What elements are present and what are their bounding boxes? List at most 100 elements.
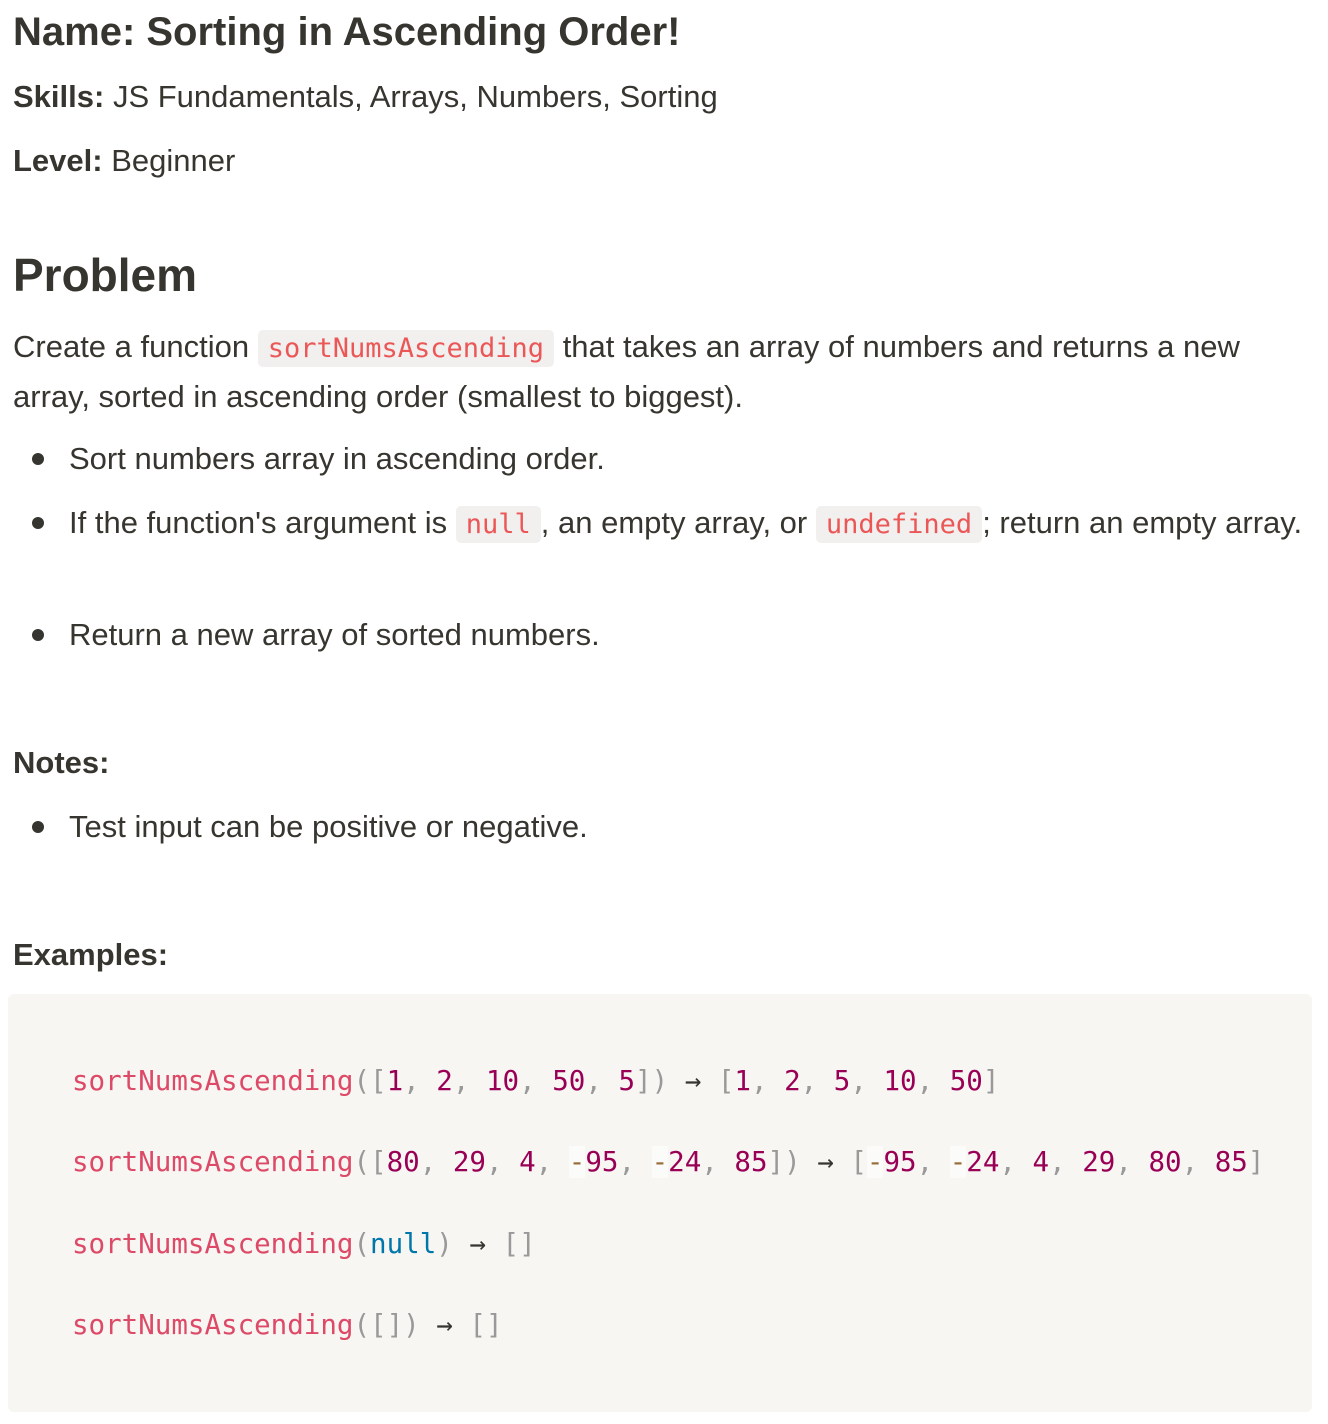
code-minus-operator: - (866, 1146, 884, 1178)
code-number: -95 (866, 1146, 917, 1178)
code-number: 4 (1032, 1146, 1050, 1178)
code-number: 2 (784, 1065, 801, 1097)
code-punctuation: , (485, 1146, 520, 1178)
code-punctuation: ) (436, 1228, 453, 1260)
code-example-1: sortNumsAscending([1, 2, 10, 50, 5]) → [… (72, 1061, 999, 1101)
code-punctuation: ] (1247, 1146, 1265, 1178)
code-punctuation: , (419, 1146, 453, 1178)
level-label: Level: (13, 143, 103, 178)
code-number: 4 (519, 1146, 536, 1178)
code-number: -24 (949, 1146, 1000, 1178)
code-number: -95 (568, 1146, 619, 1178)
code-punctuation: , (800, 1065, 834, 1097)
bullet-text: Return a new array of sorted numbers. (69, 617, 600, 652)
inline-code-function-name: sortNumsAscending (257, 330, 555, 367)
problem-bullet-2: If the function's argument is null, an e… (32, 499, 1309, 549)
code-number: 50 (949, 1065, 983, 1097)
code-punctuation: ([]) (353, 1309, 420, 1341)
bullet-dot-icon (32, 629, 44, 641)
code-punctuation: , (585, 1065, 619, 1097)
code-number: 50 (552, 1065, 586, 1097)
bullet-dot-icon (32, 453, 44, 465)
code-function-name: sortNumsAscending (72, 1146, 354, 1178)
code-example-2: sortNumsAscending([80, 29, 4, -95, -24, … (72, 1142, 1264, 1182)
code-punctuation: [] (502, 1228, 536, 1260)
arrow-icon: → (684, 1065, 702, 1097)
code-number: 85 (734, 1146, 768, 1178)
level-line: Level: Beginner (13, 141, 235, 181)
code-number: 1 (734, 1065, 751, 1097)
page-title: Name: Sorting in Ascending Order! (13, 10, 681, 54)
code-punctuation: [ (717, 1065, 735, 1097)
examples-code-block: sortNumsAscending([1, 2, 10, 50, 5]) → [… (8, 994, 1312, 1412)
code-punctuation: , (750, 1065, 785, 1097)
code-number: 29 (1082, 1146, 1116, 1178)
inline-code-null: null (455, 506, 541, 543)
inline-code-undefined: undefined (815, 506, 983, 543)
problem-bullet-1: Sort numbers array in ascending order. (32, 435, 1309, 483)
arrow-icon: → (817, 1146, 834, 1178)
bullet-dot-icon (32, 821, 44, 833)
bullet-text-after: ; return an empty array. (982, 505, 1303, 540)
code-punctuation: , (452, 1065, 486, 1097)
code-number: 10 (485, 1065, 520, 1097)
problem-intro: Create a function sortNumsAscending that… (13, 323, 1313, 421)
code-punctuation: , (618, 1146, 652, 1178)
code-punctuation: , (999, 1146, 1033, 1178)
code-minus-operator: - (568, 1146, 586, 1178)
notes-bullet-1: Test input can be positive or negative. (32, 803, 1309, 851)
code-punctuation: ] (982, 1065, 1000, 1097)
code-function-name: sortNumsAscending (72, 1309, 354, 1341)
bullet-text-middle: , an empty array, or (540, 505, 808, 540)
skills-line: Skills: JS Fundamentals, Arrays, Numbers… (13, 77, 718, 117)
bullet-text-before: If the function's argument is (69, 505, 448, 540)
code-number: 10 (883, 1065, 917, 1097)
code-number: -24 (651, 1146, 702, 1178)
code-example-3: sortNumsAscending(null) → [] (72, 1224, 536, 1264)
code-function-name: sortNumsAscending (72, 1065, 354, 1097)
code-punctuation: ]) (635, 1065, 669, 1097)
code-punctuation: , (403, 1065, 437, 1097)
code-punctuation: , (1049, 1146, 1083, 1178)
skills-label: Skills: (13, 79, 105, 114)
code-number: 85 (1214, 1146, 1248, 1178)
code-punctuation: , (916, 1146, 950, 1178)
problem-heading: Problem (13, 249, 198, 301)
code-minus-operator: - (949, 1146, 967, 1178)
code-punctuation: [] (469, 1309, 503, 1341)
code-punctuation: , (519, 1065, 553, 1097)
code-punctuation: , (850, 1065, 884, 1097)
skills-value: JS Fundamentals, Arrays, Numbers, Sortin… (112, 79, 718, 114)
code-null-keyword: null (370, 1228, 437, 1260)
code-minus-operator: - (651, 1146, 669, 1178)
code-number: 5 (618, 1065, 636, 1097)
code-punctuation: , (1115, 1146, 1149, 1178)
code-number: 29 (452, 1146, 486, 1178)
intro-text-before: Create a function (13, 329, 250, 364)
bullet-dot-icon (32, 517, 44, 529)
code-punctuation: ([ (353, 1065, 387, 1097)
code-punctuation: ([ (353, 1146, 387, 1178)
code-example-4: sortNumsAscending([]) → [] (72, 1305, 503, 1345)
problem-bullet-3: Return a new array of sorted numbers. (32, 611, 1309, 659)
code-number: 80 (386, 1146, 420, 1178)
code-punctuation: , (1181, 1146, 1215, 1178)
code-number: 80 (1148, 1146, 1182, 1178)
arrow-icon: → (436, 1309, 453, 1341)
code-punctuation: ( (353, 1228, 371, 1260)
code-punctuation: , (535, 1146, 569, 1178)
code-punctuation: , (916, 1065, 950, 1097)
code-number: 2 (436, 1065, 453, 1097)
bullet-text: Sort numbers array in ascending order. (69, 441, 605, 476)
level-value: Beginner (111, 143, 236, 178)
code-punctuation: [ (850, 1146, 867, 1178)
notes-label: Notes: (13, 745, 110, 780)
examples-label: Examples: (13, 937, 169, 972)
code-function-name: sortNumsAscending (72, 1228, 354, 1260)
code-number: 1 (386, 1065, 404, 1097)
bullet-text: Test input can be positive or negative. (69, 809, 588, 844)
arrow-icon: → (469, 1228, 486, 1260)
code-punctuation: , (701, 1146, 735, 1178)
code-punctuation: ]) (767, 1146, 801, 1178)
code-number: 5 (833, 1065, 851, 1097)
